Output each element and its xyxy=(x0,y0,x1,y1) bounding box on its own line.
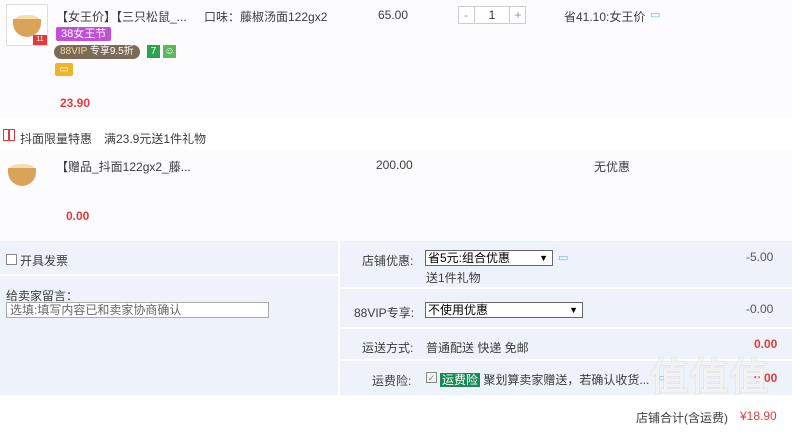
gift-icon xyxy=(3,129,15,141)
divider xyxy=(338,241,340,395)
shop-discount-select[interactable]: 省5元:组合优惠 ▼ xyxy=(425,250,553,266)
credit-card-icon: ▭ xyxy=(55,63,73,76)
service-icon: ☺ xyxy=(163,45,176,58)
vip-discount-amount: -0.00 xyxy=(746,302,774,316)
insurance-badge: 运费险 xyxy=(440,373,481,387)
quantity-stepper: - 1 + xyxy=(458,6,526,24)
gift-discount: 无优惠 xyxy=(594,160,631,174)
promo-text: 满23.9元送1件礼物 xyxy=(104,132,207,146)
shop-discount-amount: -5.00 xyxy=(746,250,774,264)
qty-input[interactable]: 1 xyxy=(474,7,510,23)
shop-discount-note: 送1件礼物 xyxy=(426,271,481,285)
product-thumbnail[interactable]: 11 xyxy=(6,4,48,46)
promo-bar: 抖面限量特惠 满23.9元送1件礼物 xyxy=(0,118,792,150)
vip-discount-selected: 不使用优惠 xyxy=(428,303,489,317)
vip-discount-text: 专享9.5折 xyxy=(89,46,134,57)
gift-subtotal: 0.00 xyxy=(66,209,90,223)
chevron-down-icon: ▼ xyxy=(539,253,548,263)
vip-label: 88VIP xyxy=(60,46,88,57)
gift-title-link[interactable]: 【赠品_抖面122gx2_藤... xyxy=(56,158,191,175)
saving-text: 省41.10:女王价 xyxy=(564,10,646,24)
insurance-label: 运费险: xyxy=(372,374,412,388)
chat-icon[interactable]: ▭ xyxy=(558,251,568,264)
invoice-checkbox[interactable] xyxy=(6,254,17,265)
insurance-checkbox[interactable]: ✓ xyxy=(426,372,437,383)
message-input[interactable]: 选填:填写内容已和卖家协商确认 xyxy=(6,302,269,318)
promo-label: 抖面限量特惠 xyxy=(20,132,93,146)
gift-unit-price: 200.00 xyxy=(376,158,413,172)
vip-discount-select[interactable]: 不使用优惠 ▼ xyxy=(425,302,583,318)
shop-discount-selected: 省5元:组合优惠 xyxy=(428,251,511,265)
item-subtotal: 23.90 xyxy=(60,96,91,110)
divider xyxy=(0,274,338,276)
vip-discount-badge: 88VIP 专享9.5折 xyxy=(54,45,140,59)
invoice-label: 开具发票 xyxy=(20,254,69,268)
shipping-label: 运送方式: xyxy=(362,341,414,355)
product-title-link[interactable]: 【女王价】【三只松鼠_... xyxy=(56,8,187,25)
insurance-info: 运费险 聚划算卖家赠送，若确认收货... xyxy=(440,371,649,388)
qty-minus-button[interactable]: - xyxy=(459,7,473,23)
vip-discount-label: 88VIP专享: xyxy=(354,306,415,320)
divider xyxy=(340,327,792,329)
divider xyxy=(340,287,792,289)
total-amount: ¥18.90 xyxy=(740,409,777,423)
thumb-badge: 11 xyxy=(33,35,47,45)
shop-discount-label: 店铺优惠: xyxy=(362,254,414,268)
unit-price: 65.00 xyxy=(378,8,409,22)
seven-day-return-icon: 7 xyxy=(147,45,160,58)
insurance-text: 聚划算卖家赠送，若确认收货... xyxy=(483,373,650,387)
gift-thumbnail[interactable] xyxy=(6,154,42,190)
chat-icon[interactable]: ▭ xyxy=(650,8,660,21)
gift-item-row: 【赠品_抖面122gx2_藤... 200.00 无优惠 0.00 xyxy=(0,150,792,241)
shipping-value: 普通配送 快递 免邮 xyxy=(426,341,529,355)
watermark: 值值值 xyxy=(650,357,771,399)
cart-item-row: 11 【女王价】【三只松鼠_... 口味：藤椒汤面122gx2 65.00 - … xyxy=(0,0,792,118)
total-label: 店铺合计(含运费) xyxy=(636,411,728,425)
chevron-down-icon: ▼ xyxy=(569,305,578,315)
product-flavor: 口味：藤椒汤面122gx2 xyxy=(204,10,328,24)
qty-plus-button[interactable]: + xyxy=(511,7,525,23)
badge-38-festival: 38女王节 xyxy=(56,27,112,41)
